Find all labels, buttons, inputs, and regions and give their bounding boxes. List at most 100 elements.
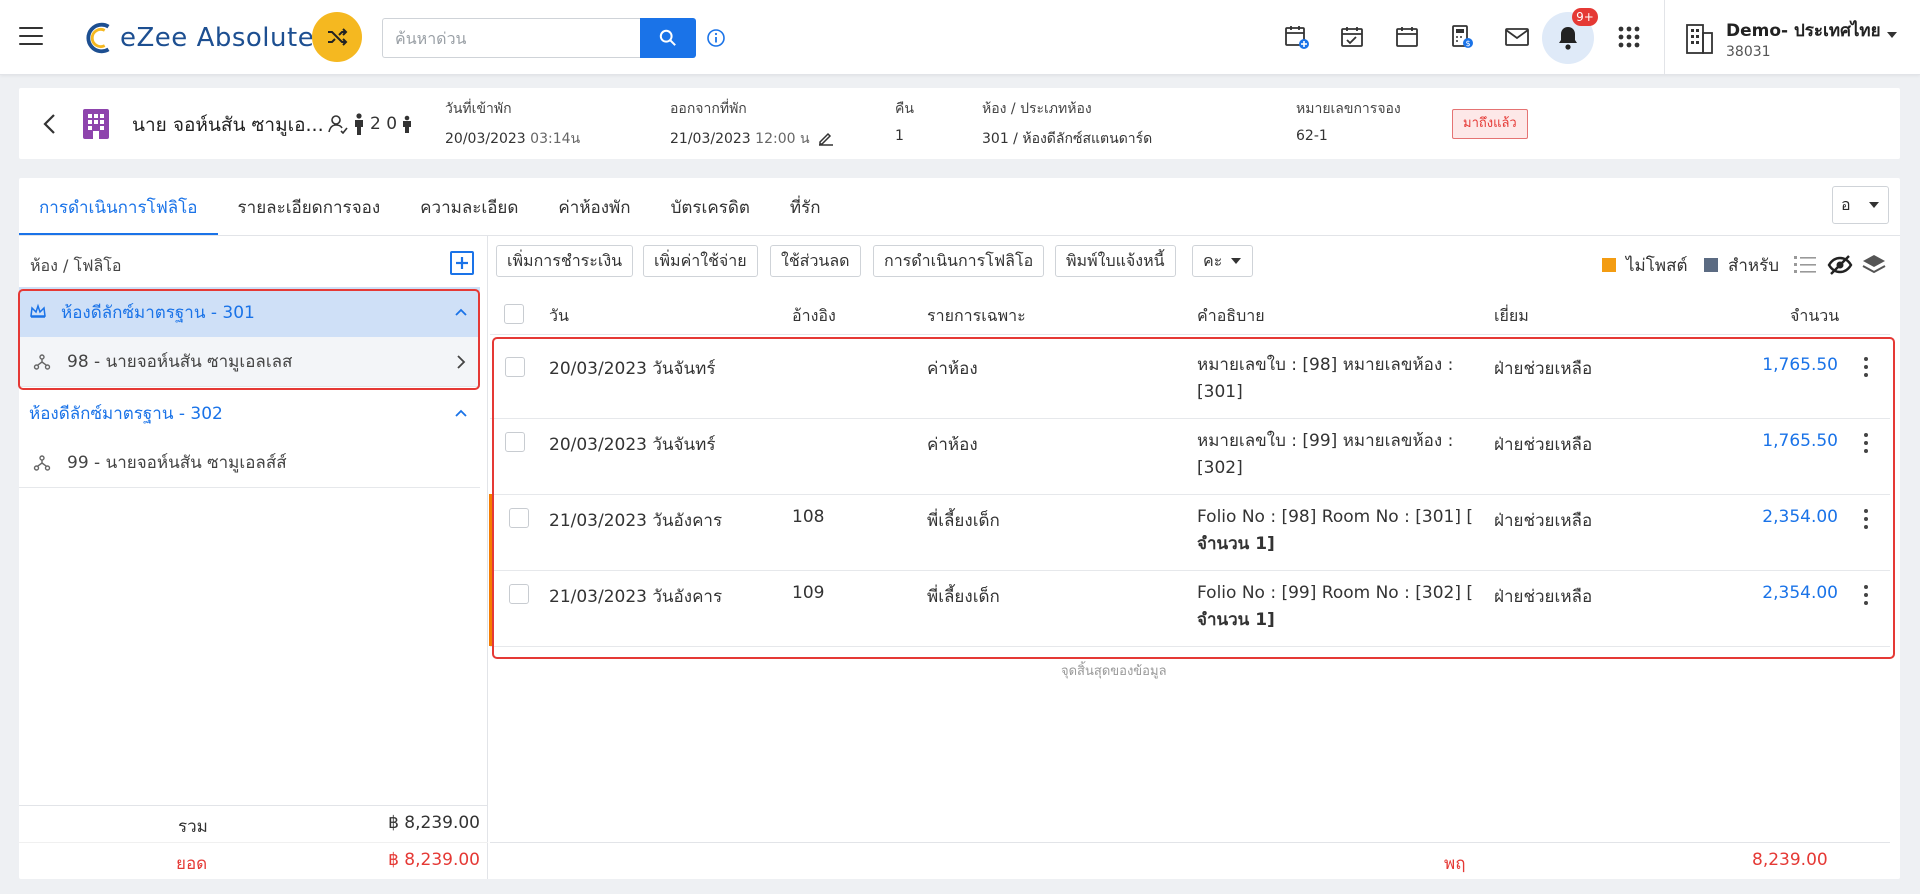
row-checkbox[interactable] bbox=[505, 432, 525, 452]
legend-for-swatch bbox=[1704, 258, 1718, 272]
folio-item-99[interactable]: 99 - นายจอห์นสัน ซามูเอลส์ส์ bbox=[19, 438, 480, 488]
row-divider bbox=[490, 418, 1890, 419]
arrival-time: 03:14น bbox=[530, 131, 581, 147]
list-view-icon[interactable] bbox=[1792, 252, 1818, 278]
guest-name[interactable]: นาย จอห์นสัน ซามูเอ... bbox=[132, 110, 324, 140]
balance-label: ยอด bbox=[176, 854, 208, 874]
row-reference: 109 bbox=[792, 583, 825, 603]
room-value: 301 / ห้องดีลักซ์สแตนดาร์ด bbox=[982, 131, 1153, 147]
hide-eye-icon[interactable] bbox=[1827, 252, 1853, 278]
folio-item-98[interactable]: 98 - นายจอห์นสัน ซามูเอลเลส bbox=[19, 337, 480, 387]
back-arrow-icon[interactable] bbox=[40, 112, 60, 136]
legend-for-label: สำหรับ bbox=[1728, 255, 1780, 276]
room-group-label: ห้องดีลักซ์มาตรฐาน - 302 bbox=[29, 403, 223, 424]
nights-label: คืน bbox=[895, 101, 914, 117]
col-header-user[interactable]: เยี่ยม bbox=[1494, 304, 1529, 329]
checked-calendar-icon[interactable] bbox=[1337, 22, 1367, 52]
folio-branch-icon bbox=[33, 353, 51, 370]
row-amount[interactable]: 1,765.50 bbox=[1718, 431, 1838, 451]
nights-info: คืน 1 bbox=[895, 98, 914, 144]
edit-pencil-icon[interactable] bbox=[818, 130, 834, 146]
apply-discount-button[interactable]: ใช้ส่วนลด bbox=[770, 245, 861, 277]
room-info: ห้อง / ประเภทห้อง 301 / ห้องดีลักซ์สแตนด… bbox=[982, 98, 1152, 150]
guest-profile-icon[interactable] bbox=[328, 114, 348, 134]
tab-booking-details[interactable]: รายละเอียดการจอง bbox=[218, 186, 401, 236]
row-particular: ค่าห้อง bbox=[927, 435, 978, 455]
row-date: 20/03/2023 วันจันทร์ bbox=[549, 359, 716, 379]
row-description: Folio No : [99] Room No : [302] [จำนวน 1… bbox=[1197, 583, 1473, 630]
row-amount[interactable]: 2,354.00 bbox=[1718, 507, 1838, 527]
folio-label: 98 - นายจอห์นสัน ซามูเอลเลส bbox=[67, 352, 293, 372]
tab-credit-card[interactable]: บัตรเครดิต bbox=[651, 186, 770, 236]
caret-down-icon bbox=[1231, 258, 1242, 264]
col-header-amount[interactable]: จำนวน bbox=[1790, 304, 1839, 329]
room-group-302[interactable]: ห้องดีลักซ์มาตรฐาน - 302 bbox=[19, 388, 480, 438]
row-particular: ค่าห้อง bbox=[927, 359, 978, 379]
row-user: ฝ่ายช่วยเหลือ bbox=[1494, 511, 1593, 531]
more-vert-icon[interactable] bbox=[1858, 431, 1874, 455]
chevron-up-icon[interactable] bbox=[454, 406, 468, 420]
folio-operations-button[interactable]: การดำเนินการโฟลิโอ bbox=[873, 245, 1045, 277]
nights-value: 1 bbox=[895, 128, 904, 144]
grid-footer-divider bbox=[490, 842, 1890, 843]
app-logo-text: eZee Absolute bbox=[120, 23, 315, 53]
menu-icon[interactable] bbox=[19, 27, 43, 47]
chevron-up-icon[interactable] bbox=[454, 305, 468, 319]
folio-branch-icon bbox=[33, 454, 51, 471]
departure-info: ออกจากที่พัก 21/03/2023 12:00 น bbox=[670, 98, 834, 150]
ezee-logo-icon bbox=[86, 22, 110, 54]
mail-icon[interactable] bbox=[1502, 22, 1532, 52]
add-charge-button[interactable]: เพิ่มค่าใช้จ่าย bbox=[643, 245, 758, 277]
more-vert-icon[interactable] bbox=[1858, 355, 1874, 379]
search-button[interactable] bbox=[640, 18, 696, 58]
row-particular: พี่เลี้ยงเด็ก bbox=[927, 511, 1000, 531]
tab-folio-operations[interactable]: การดำเนินการโฟลิโอ bbox=[19, 186, 218, 236]
info-icon[interactable] bbox=[706, 28, 726, 48]
tab-preferences[interactable]: ความละเอียด bbox=[400, 186, 538, 236]
plus-icon bbox=[456, 257, 468, 269]
bell-icon bbox=[1559, 27, 1577, 50]
row-description: Folio No : [98] Room No : [301] [จำนวน 1… bbox=[1197, 507, 1473, 554]
tab-favorites[interactable]: ที่รัก bbox=[770, 186, 841, 236]
apps-grid-icon[interactable] bbox=[1614, 22, 1644, 52]
topbar-divider bbox=[1664, 0, 1665, 74]
add-folio-button[interactable] bbox=[450, 251, 474, 275]
col-header-particular[interactable]: รายการเฉพาะ bbox=[927, 304, 1026, 329]
more-vert-icon[interactable] bbox=[1858, 507, 1874, 531]
row-particular: พี่เลี้ยงเด็ก bbox=[927, 587, 1000, 607]
property-switcher[interactable]: Demo- ประเทศไทย 38031 bbox=[1684, 16, 1881, 60]
arrival-date: 20/03/2023 bbox=[445, 131, 526, 147]
departure-date: 21/03/2023 bbox=[670, 131, 751, 147]
shuffle-button[interactable] bbox=[312, 12, 362, 62]
more-vert-icon[interactable] bbox=[1858, 583, 1874, 607]
app-logo[interactable]: eZee Absolute bbox=[80, 18, 314, 58]
layers-icon[interactable] bbox=[1861, 252, 1887, 278]
col-header-reference[interactable]: อ้างอิง bbox=[792, 304, 836, 329]
print-invoice-button[interactable]: พิมพ์ใบแจ้งหนี้ bbox=[1055, 245, 1176, 277]
more-dropdown[interactable]: คะ bbox=[1192, 245, 1254, 277]
room-label: ห้อง / ประเภทห้อง bbox=[982, 101, 1092, 117]
row-checkbox[interactable] bbox=[505, 357, 525, 377]
add-payment-button[interactable]: เพิ่มการชำระเงิน bbox=[496, 245, 634, 277]
row-divider bbox=[490, 646, 1890, 647]
view-select[interactable]: อ bbox=[1832, 186, 1889, 224]
col-header-description[interactable]: คำอธิบาย bbox=[1197, 304, 1265, 329]
row-checkbox[interactable] bbox=[509, 508, 529, 528]
departure-time: 12:00 น bbox=[755, 131, 810, 147]
select-all-checkbox[interactable] bbox=[504, 304, 524, 324]
room-group-301[interactable]: ห้องดีลักซ์มาตรฐาน - 301 bbox=[19, 287, 480, 337]
tab-room-charges[interactable]: ค่าห้องพัก bbox=[538, 186, 650, 236]
cashier-icon[interactable]: $ bbox=[1447, 22, 1477, 52]
row-amount[interactable]: 1,765.50 bbox=[1718, 355, 1838, 375]
chevron-down-icon[interactable] bbox=[1885, 28, 1899, 42]
row-checkbox[interactable] bbox=[509, 584, 529, 604]
calendar-icon[interactable] bbox=[1392, 22, 1422, 52]
new-reservation-icon[interactable] bbox=[1282, 22, 1312, 52]
quick-search-input[interactable] bbox=[382, 18, 640, 58]
room-group-label: ห้องดีลักซ์มาตรฐาน - 301 bbox=[61, 302, 255, 323]
row-amount[interactable]: 2,354.00 bbox=[1718, 583, 1838, 603]
row-divider bbox=[490, 570, 1890, 571]
departure-label: ออกจากที่พัก bbox=[670, 101, 747, 117]
col-header-date[interactable]: วัน bbox=[549, 304, 569, 329]
search-icon bbox=[659, 29, 676, 46]
